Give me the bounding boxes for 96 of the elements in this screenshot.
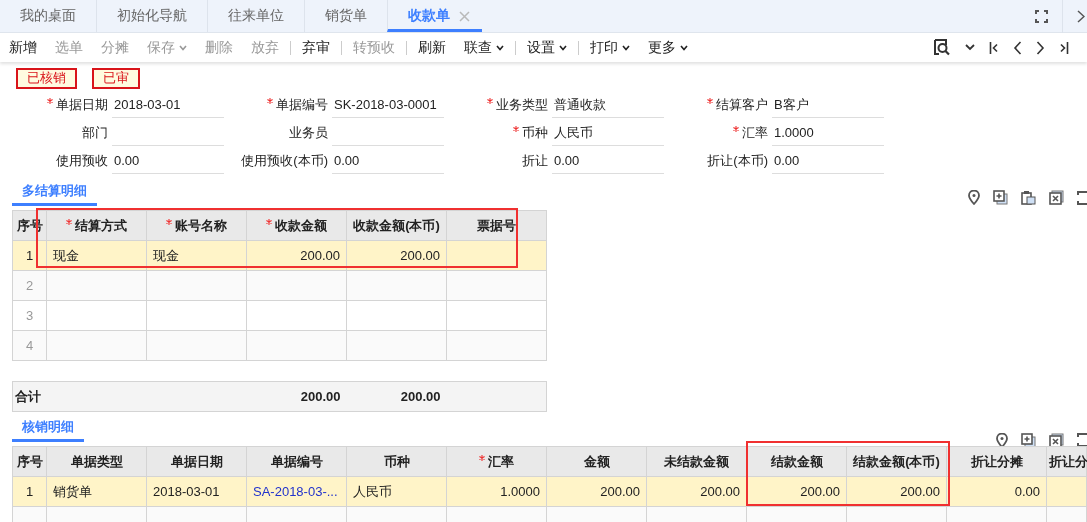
toolbar-button[interactable]: 新增	[2, 38, 44, 57]
toolbar-button[interactable]: 刷新	[411, 38, 453, 57]
column-header: 结款金额	[746, 446, 847, 477]
input-field[interactable]: 1.0000	[772, 120, 884, 146]
next-page-icon[interactable]	[1036, 40, 1045, 55]
page-tab[interactable]: 初始化导航	[96, 0, 207, 32]
column-header: 收款金额(本币)	[346, 210, 447, 241]
input-field[interactable]: 0.00	[552, 148, 664, 174]
field-label: 币种	[452, 124, 548, 142]
page-tab[interactable]: 销货单	[304, 0, 387, 32]
input-field[interactable]: 0.00	[112, 148, 224, 174]
caret-icon[interactable]	[559, 44, 567, 51]
table-cell: 200.00	[246, 240, 347, 271]
toolbar-button[interactable]: 打印	[583, 38, 637, 57]
field-label: 部门	[81, 124, 108, 142]
table-cell: 200.00	[846, 476, 947, 507]
field-label: 单据编号	[232, 96, 328, 114]
section-tab[interactable]: 核销明细	[12, 418, 84, 442]
caret-icon[interactable]	[680, 44, 688, 51]
column-header: 收款金额	[246, 210, 347, 241]
field-label: 折让	[521, 152, 548, 170]
location-pin-icon[interactable]	[996, 432, 1008, 448]
table-cell: 200.00	[546, 476, 647, 507]
page-tab[interactable]: 往来单位	[207, 0, 304, 32]
status-stamp: 已核销	[16, 68, 77, 89]
column-header: 未结款金额	[646, 446, 747, 477]
location-pin-icon[interactable]	[968, 190, 980, 205]
table-cell: 人民币	[346, 476, 447, 507]
table-cell: 200.00	[346, 240, 447, 271]
total-amount: 200.00	[246, 381, 347, 412]
caret-icon[interactable]	[496, 44, 504, 51]
input-field[interactable]: 2018-03-01	[112, 92, 224, 118]
add-row-icon[interactable]	[993, 190, 1008, 205]
row-number: 4	[12, 330, 47, 361]
toolbar-button[interactable]: 更多	[641, 38, 695, 57]
row-number: 1	[12, 476, 47, 507]
field-label: 业务员	[288, 124, 328, 142]
toolbar-button[interactable]: 联查	[457, 38, 511, 57]
total-label: 合计	[12, 381, 47, 412]
table-cell: 现金	[46, 240, 147, 271]
field-label: 折让(本币)	[706, 152, 768, 170]
column-header: 币种	[346, 446, 447, 477]
caret-icon[interactable]	[622, 44, 630, 51]
input-field[interactable]: 人民币	[552, 120, 664, 146]
section-tab[interactable]: 多结算明细	[12, 182, 97, 206]
field-label: 使用预收	[55, 152, 108, 170]
chevron-right-icon[interactable]	[1077, 9, 1085, 23]
column-header: 序号	[12, 446, 47, 477]
caret-icon[interactable]	[965, 44, 975, 51]
paste-icon[interactable]	[1021, 190, 1036, 205]
fullscreen-icon[interactable]	[1077, 433, 1087, 447]
total-amount: 200.00	[346, 381, 447, 412]
delete-row-icon[interactable]	[1049, 190, 1064, 205]
status-stamp: 已审	[92, 68, 140, 89]
row-number: 1	[12, 240, 47, 271]
input-field[interactable]: 0.00	[772, 148, 884, 174]
column-header: 金额	[546, 446, 647, 477]
last-page-icon[interactable]	[1059, 40, 1069, 55]
table-cell: 2018-03-01	[146, 476, 247, 507]
table-cell: 200.00	[746, 476, 847, 507]
column-header: 折让分摊	[946, 446, 1047, 477]
search-document-icon[interactable]	[933, 39, 951, 56]
column-header: 单据日期	[146, 446, 247, 477]
input-field[interactable]: 0.00	[332, 148, 444, 174]
column-header: 结算方式	[46, 210, 147, 241]
input-field[interactable]: SK-2018-03-0001	[332, 92, 444, 118]
first-page-icon[interactable]	[989, 40, 999, 55]
column-header: 结款金额(本币)	[846, 446, 947, 477]
table-cell: 现金	[146, 240, 247, 271]
table-cell: 销货单	[46, 476, 147, 507]
field-label: 结算客户	[672, 96, 768, 114]
column-header: 汇率	[446, 446, 547, 477]
input-field[interactable]: B客户	[772, 92, 884, 118]
fullscreen-icon[interactable]	[1077, 190, 1087, 205]
input-field[interactable]: 普通收款	[552, 92, 664, 118]
table-cell	[1046, 476, 1087, 507]
field-label: 单据日期	[12, 96, 108, 114]
page-tab[interactable]: 我的桌面	[0, 0, 96, 32]
table-row[interactable]: 1 销货单 2018-03-01 SA-2018-03-... 人民币 1.0000 200.00 200.00 200.00 200.00 0.00	[12, 476, 1087, 507]
field-label: 业务类型	[452, 96, 548, 114]
table-cell: 1.0000	[446, 476, 547, 507]
column-header: 单据类型	[46, 446, 147, 477]
column-header: 票据号	[446, 210, 547, 241]
table-cell: SA-2018-03-...	[246, 476, 347, 507]
row-number: 2	[12, 270, 47, 301]
row-number: 3	[12, 300, 47, 331]
toolbar-button[interactable]: 弃审	[295, 38, 337, 57]
field-label: 汇率	[672, 124, 768, 142]
field-label: 使用预收(本币)	[240, 152, 328, 170]
add-row-icon[interactable]	[1021, 432, 1036, 448]
table-cell: 0.00	[946, 476, 1047, 507]
fullscreen-icon[interactable]	[1035, 9, 1048, 23]
toolbar-button[interactable]: 设置	[520, 38, 574, 57]
previous-page-icon[interactable]	[1013, 40, 1022, 55]
column-header: 账号名称	[146, 210, 247, 241]
column-header: 单据编号	[246, 446, 347, 477]
